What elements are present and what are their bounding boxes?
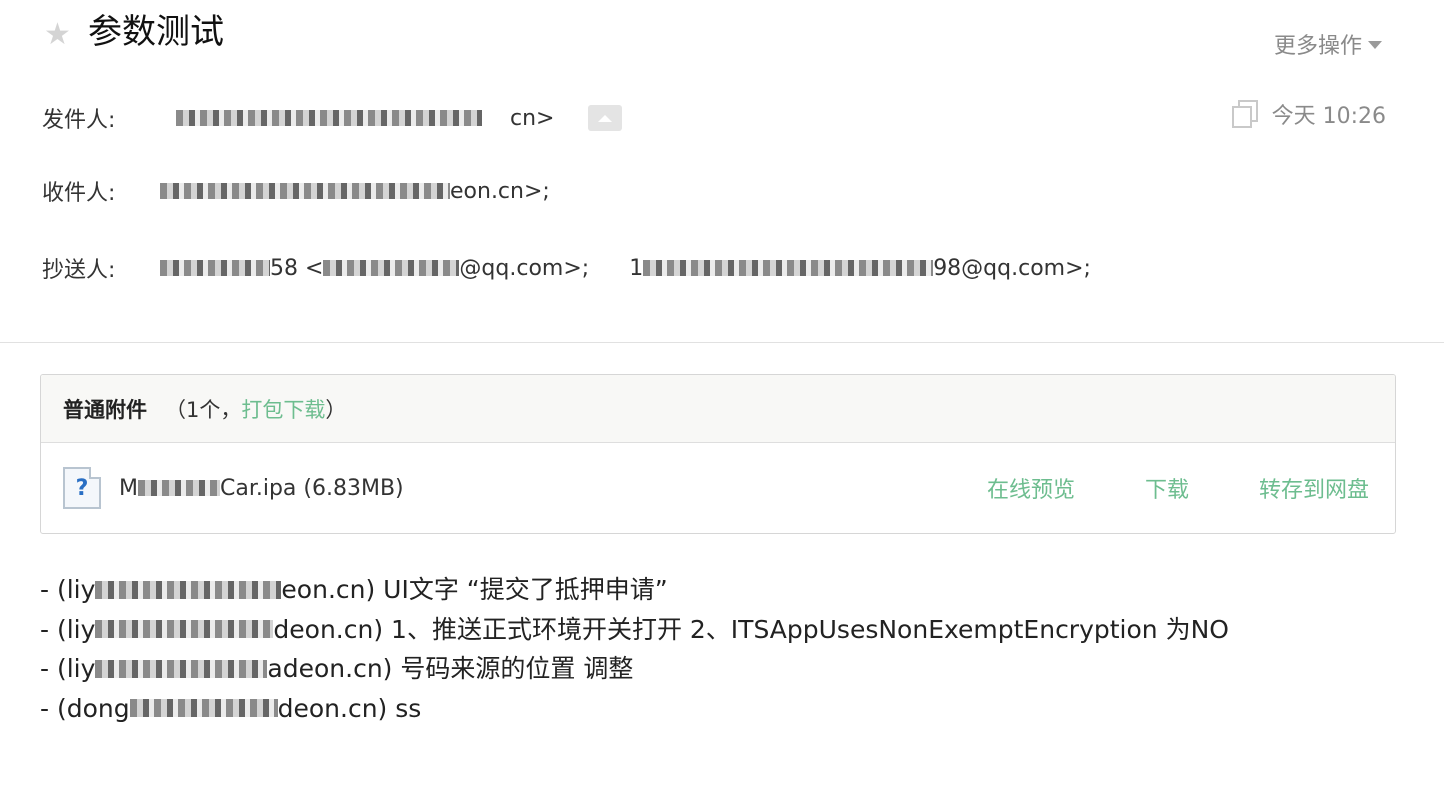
header-divider [0,342,1444,343]
sender-label: 发件人: [42,108,116,133]
body-line-text: deon.cn) ss [277,693,422,723]
body-line: - (liy eon.cn) UI文字 “提交了抵押申请” [40,570,1229,610]
email-subject: 参数测试 [88,12,224,52]
cc-address-2-suffix: 98@qq.com>; [933,255,1091,281]
sender-address-redacted [176,110,482,126]
file-name-redacted [137,480,220,496]
cc-address-2-prefix: 1 [629,255,644,281]
new-window-icon[interactable] [1231,100,1258,128]
recipient-label: 收件人: [42,181,116,206]
more-actions-dropdown[interactable]: 更多操作 [1274,28,1382,60]
sent-time-area: 今天 10:26 [1231,98,1386,130]
body-line: - (dong deon.cn) ss [40,689,1229,729]
body-email-redacted [95,659,268,678]
sender-row: 发件人: cn> [42,102,623,134]
chevron-up-icon [598,114,613,122]
download-all-link[interactable]: 打包下载 [241,394,325,424]
recipient-address-redacted [160,183,450,199]
more-actions-label: 更多操作 [1273,34,1362,59]
sent-time: 今天 10:26 [1271,104,1386,129]
save-to-cloud-link[interactable]: 转存到网盘 [1259,472,1369,504]
attachments-panel: 普通附件 （1个， 打包下载 ） ? M Car.ipa (6.83MB) 在线… [40,374,1396,534]
body-email-redacted [95,580,282,599]
body-line-prefix: - (liy [40,575,96,604]
collapse-header-button[interactable] [588,105,623,131]
cc-address-1-fragment: 58 < [270,255,324,281]
body-email-redacted [129,699,278,718]
star-icon[interactable]: ★ [44,20,71,50]
attachments-header: 普通附件 （1个， 打包下载 ） [41,375,1395,443]
body-line-prefix: - (liy [40,614,96,644]
attachments-count: （1个， [165,397,242,422]
body-line-text: eon.cn) UI文字 “提交了抵押申请” [281,575,668,604]
recipient-address-suffix: eon.cn>; [450,178,550,204]
unknown-file-icon: ? [63,467,101,509]
body-line-prefix: - (liy [40,654,96,683]
attachments-count-close: ） [325,397,347,422]
email-body: - (liy eon.cn) UI文字 “提交了抵押申请” - (liy deo… [40,570,1229,728]
attachment-file-name[interactable]: M Car.ipa (6.83MB) [119,476,404,501]
file-name-suffix: Car.ipa (6.83MB) [219,475,404,501]
file-name-prefix: M [119,475,138,501]
cc-address-1-suffix: @qq.com>; [459,255,590,281]
attachment-actions: 在线预览 下载 转存到网盘 [917,443,1369,533]
download-link[interactable]: 下载 [1145,472,1189,504]
body-line-text: deon.cn) 1、推送正式环境开关打开 2、ITSAppUsesNonExe… [273,614,1229,644]
cc-label: 抄送人: [42,258,116,283]
sender-address-suffix: cn> [510,105,555,131]
body-line: - (liy deon.cn) 1、推送正式环境开关打开 2、ITSAppUse… [40,610,1229,650]
recipient-row: 收件人: eon.cn>; [42,175,550,207]
cc-row: 抄送人: 58 < @qq.com>; 1 98@qq.com>; [42,252,1091,284]
body-line-prefix: - (dong [40,693,130,723]
cc-address-1-redacted [160,260,270,276]
body-line: - (liy adeon.cn) 号码来源的位置 调整 [40,649,1229,689]
attachment-item: ? M Car.ipa (6.83MB) 在线预览 下载 转存到网盘 [41,443,1395,533]
attachments-title: 普通附件 [63,397,147,422]
cc-address-2-redacted [643,260,934,276]
caret-down-icon [1368,41,1382,49]
body-line-text: adeon.cn) 号码来源的位置 调整 [267,654,634,683]
file-icon-glyph: ? [75,475,89,501]
cc-address-1-email-redacted [323,260,460,276]
body-email-redacted [95,620,274,639]
preview-online-link[interactable]: 在线预览 [987,472,1075,504]
